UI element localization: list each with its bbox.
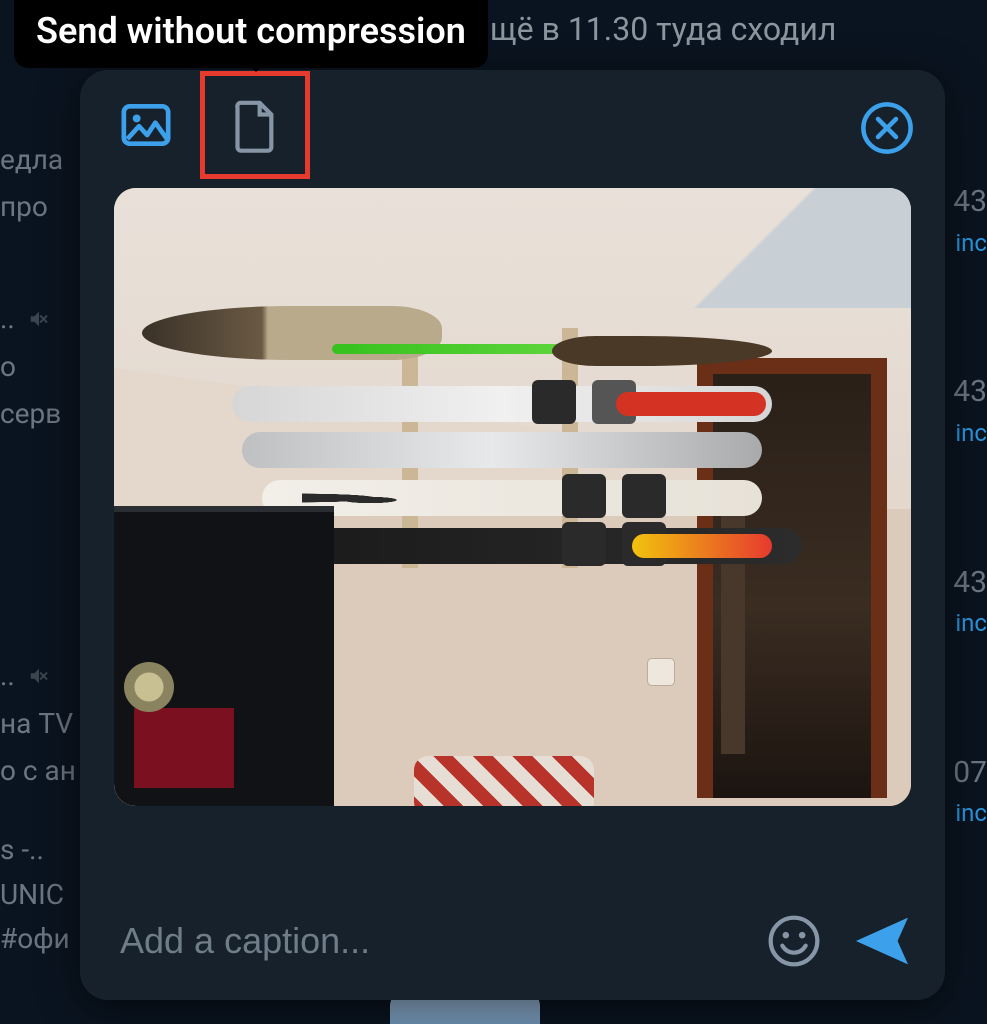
document-icon bbox=[227, 97, 283, 153]
bg-text-fragment: о bbox=[0, 347, 80, 388]
close-button[interactable] bbox=[857, 98, 917, 158]
bg-text-fragment: s -.. bbox=[0, 830, 70, 871]
emoji-button[interactable] bbox=[759, 906, 829, 976]
send-icon bbox=[851, 910, 913, 972]
highlight-box bbox=[200, 71, 310, 179]
send-as-file-button[interactable] bbox=[219, 89, 291, 161]
muted-icon bbox=[28, 301, 50, 342]
bg-right-column: 43 inc 43 inc 43 inc 07 inc bbox=[947, 180, 987, 941]
bg-text-fragment: о с ан bbox=[0, 751, 80, 792]
bg-timestamp: 43 bbox=[947, 180, 987, 224]
smile-icon bbox=[766, 913, 822, 969]
bg-text-fragment: UNIC bbox=[0, 875, 70, 916]
photo-icon bbox=[118, 97, 174, 153]
bg-text-fragment: серв bbox=[0, 394, 80, 435]
caption-bar bbox=[80, 882, 945, 1000]
bg-bottom-left: s -.. UNIC #офи bbox=[0, 830, 70, 964]
bg-text-fragment: едла bbox=[0, 140, 80, 181]
bg-text-fragment: .. bbox=[0, 299, 80, 341]
bg-message-fragment: щё в 11.30 туда сходил bbox=[490, 6, 836, 52]
close-icon bbox=[860, 101, 914, 155]
send-as-photo-button[interactable] bbox=[110, 89, 182, 161]
media-send-modal bbox=[80, 70, 945, 1000]
bg-status: inc bbox=[947, 226, 987, 261]
bg-timestamp: 07 bbox=[947, 751, 987, 795]
tooltip-send-without-compression: Send without compression bbox=[14, 0, 488, 68]
muted-icon bbox=[28, 658, 50, 699]
caption-input[interactable] bbox=[120, 920, 741, 962]
bg-timestamp: 43 bbox=[947, 370, 987, 414]
bg-text-fragment: на TV bbox=[0, 704, 80, 745]
bg-text-fragment: #офи bbox=[0, 919, 70, 960]
bg-status: inc bbox=[947, 606, 987, 641]
bg-left-column: едла про .. о серв .. на TV о с ан bbox=[0, 140, 80, 797]
image-preview[interactable] bbox=[114, 188, 911, 806]
tooltip-text: Send without compression bbox=[36, 10, 466, 52]
send-button[interactable] bbox=[847, 906, 917, 976]
bg-status: inc bbox=[947, 416, 987, 451]
modal-header bbox=[80, 70, 945, 180]
bg-status: inc bbox=[947, 796, 987, 831]
bg-text-fragment: .. bbox=[0, 656, 80, 698]
bg-timestamp: 43 bbox=[947, 561, 987, 605]
bg-text-fragment: про bbox=[0, 187, 80, 228]
